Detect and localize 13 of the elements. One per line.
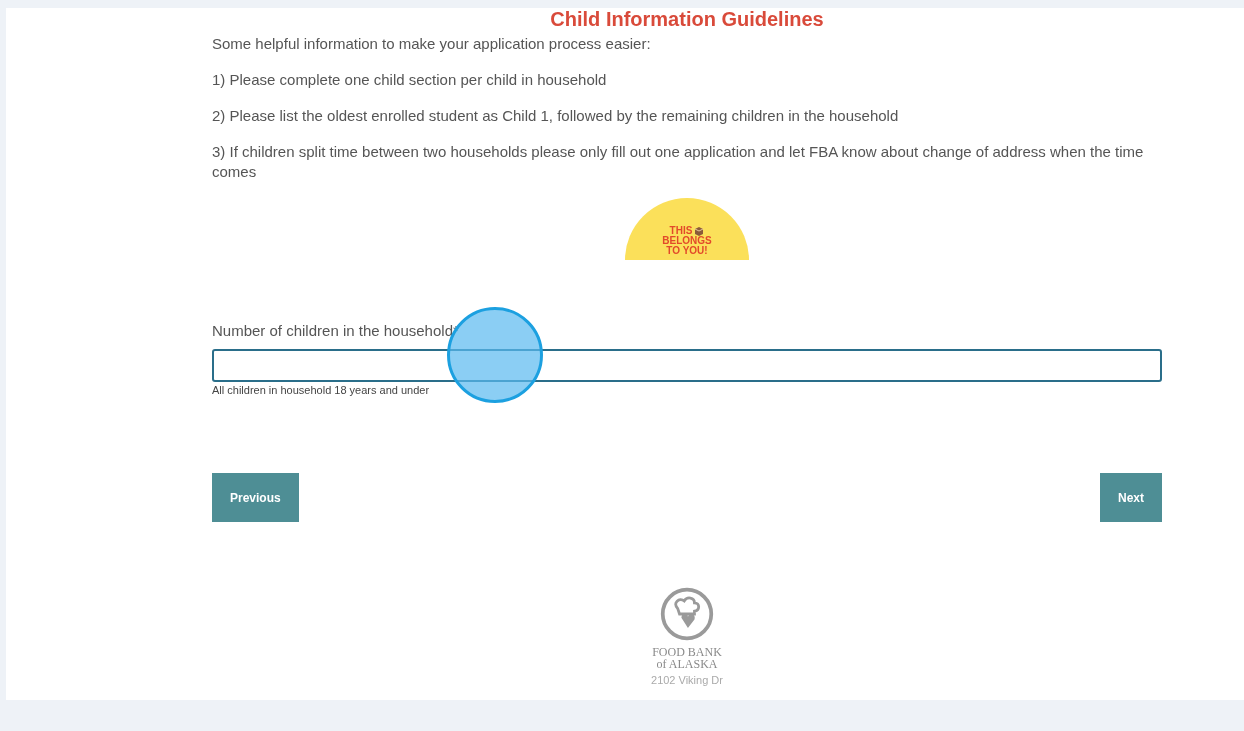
- logo-wordmark: FOOD BANK of ALASKA: [652, 646, 722, 670]
- field-help-text: All children in household 18 years and under: [212, 384, 431, 396]
- box-icon: [694, 226, 705, 236]
- guideline-text: 2) Please list the oldest enrolled student as Child 1, followed by the remaining children in the household: [212, 106, 900, 126]
- previous-button[interactable]: Previous: [212, 473, 299, 522]
- children-count-input[interactable]: [212, 349, 1162, 382]
- address-text: 2102 Viking Dr: [651, 674, 723, 686]
- section-title: Child Information Guidelines: [549, 8, 825, 30]
- guideline-text: 1) Please complete one child section per child in household: [212, 70, 608, 90]
- next-button[interactable]: Next: [1100, 473, 1162, 522]
- intro-text: Some helpful information to make your application process easier:: [212, 34, 652, 54]
- belongs-to-you-badge: THIS BELONGS TO YOU!: [625, 198, 749, 260]
- guideline-text: 3) If children split time between two households please only fill out one application and let FBA know about change of address when the time comes: [212, 142, 1145, 182]
